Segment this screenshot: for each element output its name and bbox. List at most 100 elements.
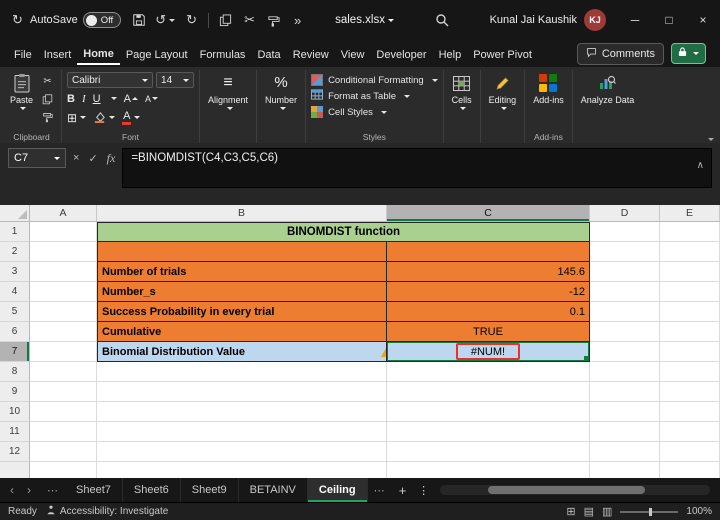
fill-color-button[interactable] (93, 110, 116, 126)
cell[interactable] (387, 382, 590, 402)
cell-d4[interactable] (590, 282, 660, 302)
normal-view-icon[interactable]: ⊞ (566, 505, 575, 518)
minimize-button[interactable]: ─ (618, 0, 652, 40)
cut-button[interactable]: ✂ (39, 74, 56, 89)
cell[interactable] (30, 442, 97, 462)
row-header-8[interactable]: 8 (0, 362, 30, 382)
cell-e3[interactable] (660, 262, 720, 282)
cancel-icon[interactable]: × (73, 152, 79, 164)
comments-button[interactable]: Comments (576, 42, 664, 65)
cell-d1[interactable] (590, 222, 660, 242)
autosave-toggle[interactable]: Off (82, 12, 122, 28)
cell-a3[interactable] (30, 262, 97, 282)
italic-button[interactable]: I (82, 93, 86, 105)
font-color-button[interactable]: A (122, 110, 141, 125)
column-header-c[interactable]: C (387, 205, 590, 221)
cell-e5[interactable] (660, 302, 720, 322)
row-header-9[interactable]: 9 (0, 382, 30, 402)
cell-c3[interactable]: 145.6 (387, 262, 590, 282)
cell-b2[interactable] (97, 242, 387, 262)
row-header-7[interactable]: 7 (0, 342, 30, 362)
sheet-tab-ceiling-active[interactable]: Ceiling (307, 478, 368, 502)
cell[interactable] (590, 362, 660, 382)
error-warning-icon[interactable]: ! (380, 345, 386, 358)
document-title[interactable]: sales.xlsx (335, 14, 394, 26)
collapse-ribbon-icon[interactable] (708, 138, 714, 141)
cell-b4[interactable]: Number_s (97, 282, 387, 302)
cell[interactable] (97, 402, 387, 422)
cell-e1[interactable] (660, 222, 720, 242)
tab-help[interactable]: Help (433, 44, 468, 64)
zoom-slider-thumb[interactable] (649, 507, 653, 516)
prev-sheet-icon[interactable]: ‹ (5, 483, 19, 497)
more-sheets-right-icon[interactable]: ⋯ (368, 484, 392, 497)
row-header-2[interactable]: 2 (0, 242, 30, 262)
row-header-5[interactable]: 5 (0, 302, 30, 322)
new-sheet-button[interactable]: + (392, 483, 414, 498)
tab-home[interactable]: Home (77, 43, 120, 65)
underline-dropdown-icon[interactable] (110, 97, 117, 100)
cell[interactable] (387, 442, 590, 462)
cell[interactable] (30, 362, 97, 382)
underline-button[interactable]: U (93, 93, 101, 105)
cell-e6[interactable] (660, 322, 720, 342)
cell[interactable] (97, 442, 387, 462)
analyze-data-button[interactable]: Analyze Data (578, 72, 638, 106)
row-header-11[interactable]: 11 (0, 422, 30, 442)
row-header-partial[interactable] (0, 462, 30, 478)
page-layout-view-icon[interactable]: ▤ (584, 505, 594, 518)
sheet-list-menu-icon[interactable]: ⋮ (414, 484, 434, 497)
format-painter-icon[interactable] (266, 12, 281, 28)
alignment-button[interactable]: ≡ Alignment (205, 72, 251, 111)
row-header-6[interactable]: 6 (0, 322, 30, 342)
redo-button[interactable]: ↻ (184, 12, 199, 28)
addins-button[interactable]: Add-ins (530, 72, 567, 106)
save-icon[interactable] (131, 12, 146, 28)
cell-c2[interactable] (387, 242, 590, 262)
sheet-tab-sheet6[interactable]: Sheet6 (123, 478, 181, 502)
search-icon[interactable] (434, 12, 449, 28)
zoom-slider[interactable] (620, 507, 679, 516)
tab-file[interactable]: File (8, 44, 38, 64)
cell[interactable] (660, 422, 720, 442)
cell[interactable] (387, 402, 590, 422)
font-size-select[interactable]: 14 (156, 72, 195, 88)
cell-b3[interactable]: Number of trials (97, 262, 387, 282)
toolbar-overflow-icon[interactable]: » (290, 12, 305, 28)
column-header-d[interactable]: D (590, 205, 660, 221)
horizontal-scrollbar[interactable] (439, 485, 710, 495)
bold-button[interactable]: B (67, 93, 75, 105)
cell-a4[interactable] (30, 282, 97, 302)
cell-e7[interactable] (660, 342, 720, 362)
next-sheet-icon[interactable]: › (22, 483, 36, 497)
cell[interactable] (387, 362, 590, 382)
maximize-button[interactable]: □ (652, 0, 686, 40)
cell-e4[interactable] (660, 282, 720, 302)
cell-c5[interactable]: 0.1 (387, 302, 590, 322)
cell[interactable] (590, 422, 660, 442)
cells-button[interactable]: Cells (449, 72, 475, 111)
insert-function-icon[interactable]: fx (107, 151, 116, 166)
cell[interactable] (590, 382, 660, 402)
sheet-tab-sheet7[interactable]: Sheet7 (65, 478, 123, 502)
tab-formulas[interactable]: Formulas (194, 44, 252, 64)
row-header-1[interactable]: 1 (0, 222, 30, 242)
cell[interactable] (97, 382, 387, 402)
cell[interactable] (590, 442, 660, 462)
cell[interactable] (590, 462, 660, 478)
column-header-e[interactable]: E (660, 205, 720, 221)
column-header-a[interactable]: A (30, 205, 97, 221)
account-control[interactable]: Kunal Jai Kaushik KJ (490, 9, 607, 31)
tab-view[interactable]: View (335, 44, 371, 64)
sheet-tab-sheet9[interactable]: Sheet9 (181, 478, 239, 502)
cell-d2[interactable] (590, 242, 660, 262)
borders-button[interactable]: ⊞ (67, 111, 87, 125)
cell-a1[interactable] (30, 222, 97, 242)
cell-d6[interactable] (590, 322, 660, 342)
cell-d3[interactable] (590, 262, 660, 282)
cell[interactable] (97, 462, 387, 478)
cell[interactable] (30, 402, 97, 422)
cell-a5[interactable] (30, 302, 97, 322)
cell[interactable] (97, 422, 387, 442)
name-box[interactable]: C7 (8, 148, 66, 168)
